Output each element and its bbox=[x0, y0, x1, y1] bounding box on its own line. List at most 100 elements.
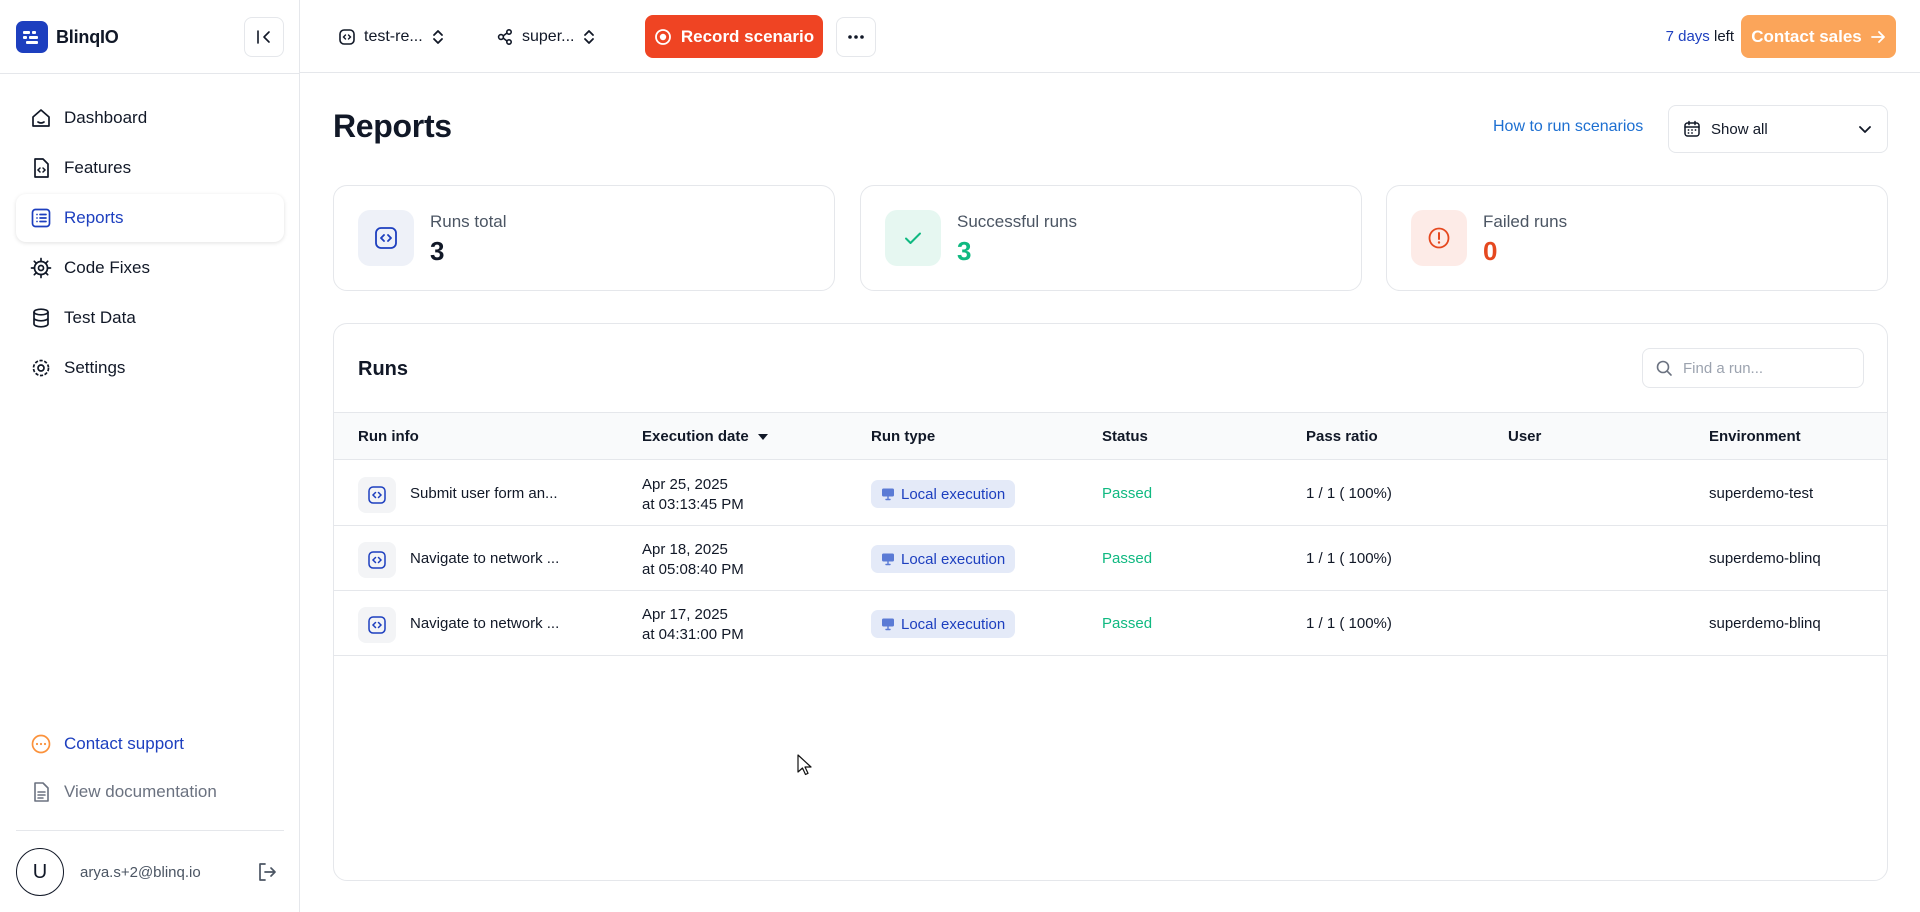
sidebar-item-label: Reports bbox=[64, 208, 124, 227]
search-input[interactable] bbox=[1683, 359, 1843, 377]
environment-icon bbox=[497, 28, 513, 46]
chat-bubble-icon bbox=[31, 734, 51, 754]
code-icon bbox=[358, 210, 414, 266]
list-icon bbox=[31, 208, 51, 228]
run-type-badge: Local execution bbox=[871, 610, 1016, 638]
pass-ratio: 1 / 1 ( 100%) bbox=[1306, 615, 1392, 632]
home-icon bbox=[32, 109, 50, 127]
column-header-environment[interactable]: Environment bbox=[1709, 428, 1801, 445]
run-time: at 05:08:40 PM bbox=[642, 561, 744, 578]
contact-sales-label: Contact sales bbox=[1751, 26, 1862, 46]
contact-support-link[interactable]: Contact support bbox=[16, 720, 284, 768]
file-code-icon bbox=[34, 158, 49, 178]
pass-ratio: 1 / 1 ( 100%) bbox=[1306, 485, 1392, 502]
record-scenario-button[interactable]: Record scenario bbox=[645, 15, 823, 58]
sidebar-item-test-data[interactable]: Test Data bbox=[16, 294, 284, 342]
run-execution-date: Apr 25, 2025 at 03:13:45 PM bbox=[642, 475, 744, 515]
check-icon bbox=[885, 210, 941, 266]
table-row[interactable]: Navigate to network ... Apr 18, 2025 at 0… bbox=[334, 526, 1887, 591]
sort-arrows-icon bbox=[432, 30, 443, 44]
sort-arrows-icon bbox=[584, 30, 595, 44]
user-profile: U arya.s+2@blinq.io bbox=[16, 848, 284, 896]
column-header-pass-ratio[interactable]: Pass ratio bbox=[1306, 428, 1378, 445]
search-icon bbox=[1656, 360, 1672, 376]
sidebar-divider bbox=[0, 73, 300, 74]
run-code-icon bbox=[358, 607, 396, 643]
run-name[interactable]: Navigate to network ... bbox=[410, 615, 559, 632]
run-name[interactable]: Navigate to network ... bbox=[410, 550, 559, 567]
logout-button[interactable] bbox=[256, 861, 278, 883]
table-header: Run info Execution date Run type Status … bbox=[334, 412, 1887, 460]
monitor-icon bbox=[882, 618, 894, 631]
search-run-box[interactable] bbox=[1642, 348, 1864, 388]
sidebar-item-dashboard[interactable]: Dashboard bbox=[16, 94, 284, 142]
sidebar-item-settings[interactable]: Settings bbox=[16, 344, 284, 392]
run-environment: superdemo-test bbox=[1709, 485, 1814, 502]
run-type-badge: Local execution bbox=[871, 545, 1016, 573]
sidebar-item-code-fixes[interactable]: Code Fixes bbox=[16, 244, 284, 292]
failed-runs-card: Failed runs 0 bbox=[1386, 185, 1888, 291]
calendar-icon bbox=[1684, 120, 1700, 137]
run-execution-date: Apr 18, 2025 at 05:08:40 PM bbox=[642, 540, 744, 580]
project-icon bbox=[339, 29, 355, 45]
runs-table-card: Runs Run info Execution date Run type St… bbox=[333, 323, 1888, 881]
avatar[interactable]: U bbox=[16, 848, 64, 896]
table-row[interactable]: Submit user form an... Apr 25, 2025 at 03… bbox=[334, 461, 1887, 526]
stat-value: 0 bbox=[1483, 236, 1498, 266]
run-date: Apr 17, 2025 bbox=[642, 606, 728, 623]
gear-icon bbox=[32, 359, 50, 377]
stat-label: Successful runs bbox=[957, 212, 1077, 231]
view-documentation-link[interactable]: View documentation bbox=[16, 768, 284, 816]
brand[interactable]: BlinqIO bbox=[16, 20, 119, 54]
environment-selector[interactable]: super... bbox=[496, 22, 596, 52]
stat-value: 3 bbox=[957, 236, 972, 266]
column-header-status[interactable]: Status bbox=[1102, 428, 1148, 445]
monitor-icon bbox=[882, 488, 894, 501]
run-date: Apr 18, 2025 bbox=[642, 541, 728, 558]
run-code-icon bbox=[358, 477, 396, 513]
cog-icon bbox=[30, 257, 52, 279]
sidebar-item-label: Test Data bbox=[64, 308, 136, 327]
document-icon bbox=[34, 782, 49, 802]
sidebar-item-features[interactable]: Features bbox=[16, 144, 284, 192]
sort-desc-icon bbox=[757, 433, 768, 440]
how-to-run-scenarios-link[interactable]: How to run scenarios bbox=[1493, 118, 1643, 136]
date-filter-value: Show all bbox=[1711, 120, 1768, 138]
record-scenario-label: Record scenario bbox=[680, 26, 815, 46]
status-badge: Passed bbox=[1102, 615, 1153, 632]
run-type-badge: Local execution bbox=[871, 480, 1016, 508]
contact-sales-button[interactable]: Contact sales bbox=[1741, 15, 1896, 58]
sidebar: BlinqIO Dashboard Features Reports Code … bbox=[0, 0, 300, 912]
date-filter-dropdown[interactable]: Show all bbox=[1668, 105, 1888, 153]
stat-value: 3 bbox=[430, 236, 445, 266]
sidebar-item-reports[interactable]: Reports bbox=[16, 194, 284, 242]
brand-name: BlinqIO bbox=[56, 26, 119, 47]
column-header-execution-date[interactable]: Execution date bbox=[642, 428, 769, 445]
more-options-button[interactable] bbox=[836, 17, 876, 57]
run-time: at 03:13:45 PM bbox=[642, 496, 744, 513]
run-name[interactable]: Submit user form an... bbox=[410, 485, 558, 502]
sidebar-bottom-links: Contact support View documentation bbox=[16, 720, 284, 816]
table-row[interactable]: Navigate to network ... Apr 17, 2025 at 0… bbox=[334, 591, 1887, 656]
run-time: at 04:31:00 PM bbox=[642, 626, 744, 643]
run-date: Apr 25, 2025 bbox=[642, 476, 728, 493]
monitor-icon bbox=[882, 553, 894, 566]
column-header-user[interactable]: User bbox=[1508, 428, 1541, 445]
run-environment: superdemo-blinq bbox=[1709, 615, 1821, 632]
column-header-run-type[interactable]: Run type bbox=[871, 428, 935, 445]
run-type-label: Local execution bbox=[901, 550, 1006, 568]
logout-icon bbox=[259, 863, 276, 881]
run-type-label: Local execution bbox=[901, 485, 1006, 503]
trial-remaining: 7 days left bbox=[1666, 28, 1734, 45]
runs-total-card: Runs total 3 bbox=[333, 185, 835, 291]
status-badge: Passed bbox=[1102, 485, 1153, 502]
run-code-icon bbox=[358, 542, 396, 578]
collapse-sidebar-button[interactable] bbox=[244, 17, 284, 57]
stat-label: Runs total bbox=[430, 212, 507, 231]
column-header-run-info[interactable]: Run info bbox=[358, 428, 419, 445]
sidebar-item-label: Code Fixes bbox=[64, 258, 150, 277]
project-selector[interactable]: test-re... bbox=[338, 22, 445, 52]
blinqio-logo-icon bbox=[16, 21, 48, 53]
status-badge: Passed bbox=[1102, 550, 1153, 567]
record-icon bbox=[654, 28, 671, 45]
